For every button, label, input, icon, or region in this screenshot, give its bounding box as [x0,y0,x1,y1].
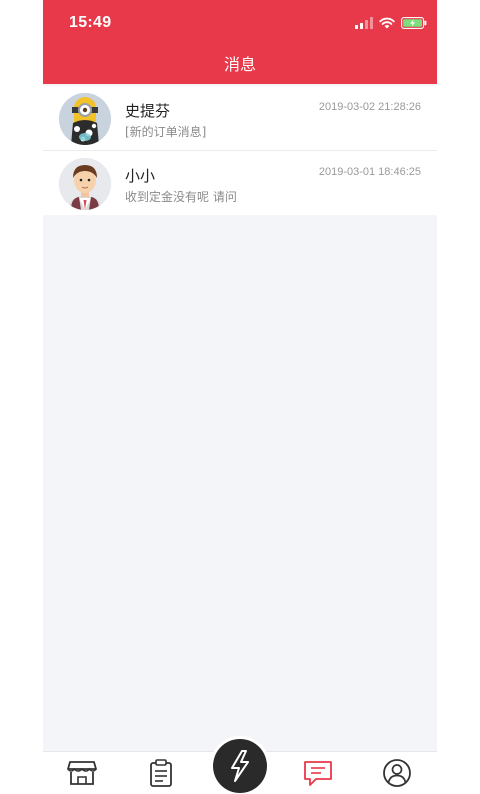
center-action-inner [213,739,267,793]
cartoon-man-avatar [59,158,111,210]
tab-orders[interactable] [144,758,178,788]
wifi-icon [379,17,395,29]
profile-icon [383,759,411,787]
status-icons [355,15,427,31]
contact-name: 小小 [125,167,156,185]
message-preview: 收到定金没有呢 请问 [125,190,237,204]
conversation-row[interactable]: 史提芬 [新的订单消息] 2019-03-02 21:28:26 [43,86,437,150]
message-preview: [新的订单消息] [125,125,207,139]
clipboard-icon [150,759,172,787]
lightning-icon [231,750,249,782]
battery-charging-icon [401,17,427,29]
message-time: 2019-03-02 21:28:26 [318,101,421,113]
center-action-button[interactable] [210,736,270,794]
conversation-row[interactable]: 小小 收到定金没有呢 请问 2019-03-01 18:46:25 [43,150,437,215]
minion-avatar [59,93,111,145]
status-time: 15:49 [69,14,112,31]
page-title: 消息 [223,55,256,74]
conversation-list: 史提芬 [新的订单消息] 2019-03-02 21:28:26 小小 收到定金… [43,86,437,215]
message-time: 2019-03-01 18:46:25 [318,166,421,178]
cellular-signal-icon [355,17,373,29]
tab-store[interactable] [65,758,99,788]
store-icon [67,761,97,785]
app-header: 15:49 消息 [43,0,437,84]
contact-name: 史提芬 [125,102,171,120]
tab-messages[interactable] [301,758,335,788]
phone-screen: 15:49 消息 史提芬 [新的订单消息] 2019-03-02 21:28:2… [43,0,437,794]
tab-profile[interactable] [380,758,414,788]
message-icon [304,761,332,786]
